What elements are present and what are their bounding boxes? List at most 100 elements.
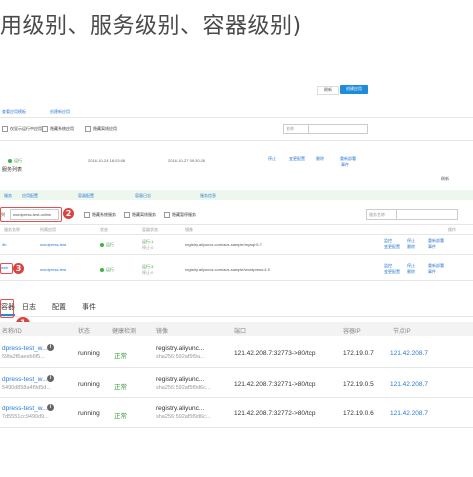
service-stopped-count: 停止:0	[142, 245, 154, 250]
running-status-icon	[100, 242, 104, 247]
service-image: registry.aliyuncs.com/acs-sample/wordpre…	[185, 267, 270, 272]
service-app-link[interactable]: wordpress-test	[40, 267, 66, 272]
health-status: 正常	[114, 413, 127, 420]
change-config-link[interactable]: 变更配置	[384, 269, 400, 275]
col-header-port: 端口	[234, 329, 247, 335]
events-link[interactable]: 事件	[341, 162, 349, 168]
template-link[interactable]: 查看应用模板	[2, 109, 26, 115]
events-link[interactable]: 事件	[428, 244, 436, 250]
highlight-box	[0, 299, 14, 318]
node-ip-link[interactable]: 121.42.208.7	[390, 410, 428, 417]
service-search-input[interactable]	[396, 209, 458, 220]
filter-hide-system-services[interactable]: 隐藏系统服务	[84, 212, 116, 218]
delete-link[interactable]: 删除	[407, 269, 415, 275]
divider	[0, 367, 473, 368]
container-name-link[interactable]: dpress-test_w...	[2, 376, 48, 383]
filter-hide-offline[interactable]: 隐藏离线应用	[85, 126, 117, 132]
tab-logs[interactable]: 日志	[22, 302, 36, 312]
col-header-name: 名称/ID	[2, 329, 22, 335]
container-status: running	[78, 381, 100, 388]
col-header-container-ip: 容器IP	[343, 329, 361, 335]
application-panel: 刷新 创建应用 查看应用模板 创建新应用 仅显示运行中应用 隐藏系统应用 隐藏离…	[0, 78, 473, 188]
breadcrumb-item[interactable]: 服务信息	[200, 193, 216, 199]
filter-hide-paused-services[interactable]: 隐藏暂停服务	[164, 212, 196, 218]
container-image-sha: sha256:592af5f9d6c...	[156, 414, 211, 420]
divider	[0, 224, 473, 225]
filter-label: 隐藏系统应用	[50, 126, 74, 132]
service-name-link[interactable]: db	[2, 242, 6, 247]
service-image: registry.aliyuncs.com/acs-sample/mysql:5…	[185, 242, 262, 247]
container-port: 121.42.208.7:32773->80/tcp	[234, 350, 316, 357]
service-search-type[interactable]: 服务名称	[366, 209, 398, 220]
container-port: 121.42.208.7:32771->80/tcp	[234, 381, 316, 388]
filter-running[interactable]: 仅显示运行中应用	[2, 126, 42, 132]
divider	[0, 254, 473, 255]
node-ip-link[interactable]: 121.42.208.7	[390, 381, 428, 388]
refresh-button[interactable]: 刷新	[317, 86, 339, 95]
breadcrumb-item[interactable]: 服务	[4, 193, 12, 199]
col-header-containers: 容器状态	[142, 227, 158, 232]
delete-link[interactable]: 删除	[316, 156, 324, 162]
col-header-node-ip: 节点IP	[393, 329, 411, 335]
search-type-select[interactable]: 名称	[283, 124, 309, 134]
divider	[0, 280, 473, 281]
tab-config[interactable]: 配置	[52, 302, 66, 312]
breadcrumb-item[interactable]: 容器配置	[78, 193, 94, 199]
service-stopped-count: 停止:0	[142, 270, 154, 275]
container-ip: 172.19.0.7	[343, 350, 374, 357]
container-image: registry.aliyunc...	[156, 405, 205, 412]
col-header-image: 镜像	[185, 227, 193, 232]
info-icon[interactable]: i	[47, 404, 54, 411]
annotation-badge-3: 3	[13, 263, 24, 274]
container-name-link[interactable]: dpress-test_w...	[2, 345, 48, 352]
highlight-box	[0, 207, 62, 222]
divider	[0, 316, 473, 317]
annotation-badge-2: 2	[63, 208, 74, 219]
col-header-status: 状态	[78, 329, 91, 335]
tab-events[interactable]: 事件	[82, 302, 96, 312]
info-icon[interactable]: i	[47, 375, 54, 382]
node-ip-link[interactable]: 121.42.208.7	[390, 350, 428, 357]
stop-link[interactable]: 停止	[268, 156, 276, 162]
delete-link[interactable]: 删除	[407, 244, 415, 250]
container-image-sha: sha256:592af5f9d6c...	[156, 385, 211, 391]
filter-label: 隐藏离线应用	[93, 126, 117, 132]
divider	[0, 234, 473, 235]
health-status: 正常	[114, 353, 127, 360]
col-header-name: 服务名称	[4, 227, 20, 232]
filter-label: 仅显示运行中应用	[10, 126, 42, 132]
search-input[interactable]	[308, 124, 368, 134]
app-updated-time: 2016-10-27 09:30:26	[168, 158, 206, 163]
container-name-link[interactable]: dpress-test_w...	[2, 405, 48, 412]
service-name-link[interactable]: web	[1, 265, 8, 270]
container-id: 5490d858a4f9d5d...	[2, 385, 51, 391]
breadcrumb-item[interactable]: 容器日志	[135, 193, 151, 199]
refresh-services-button[interactable]: 刷新	[441, 176, 449, 182]
service-app-link[interactable]: wordpress-test	[40, 242, 66, 247]
container-port: 121.42.208.7:32772->80/tcp	[234, 410, 316, 417]
info-icon[interactable]: i	[47, 344, 54, 351]
container-image: registry.aliyunc...	[156, 345, 205, 352]
divider	[0, 117, 473, 118]
change-config-link[interactable]: 变更配置	[289, 156, 305, 162]
container-status: running	[78, 410, 100, 417]
container-image-sha: sha256:592af5f9a...	[156, 354, 205, 360]
create-app-link[interactable]: 创建新应用	[50, 109, 70, 115]
service-status: 运行	[100, 242, 114, 248]
filter-hide-system[interactable]: 隐藏系统应用	[42, 126, 74, 132]
app-created-time: 2016-10-24 18:03:08	[88, 158, 126, 163]
app-status: 运行	[8, 158, 22, 164]
service-panel: 服务 应用配置 容器配置 容器日志 服务信息 列 wordpress-test-…	[0, 188, 473, 288]
divider	[0, 140, 473, 141]
service-status: 运行	[100, 267, 114, 273]
breadcrumb-item[interactable]: 应用配置	[22, 193, 38, 199]
checkbox-icon	[85, 126, 91, 132]
detail-tabs: 容器 日志 配置 事件	[0, 296, 473, 316]
running-status-icon	[100, 267, 104, 272]
col-header-status: 状态	[100, 227, 108, 232]
filter-hide-offline-services[interactable]: 隐藏离线服务	[124, 212, 156, 218]
events-link[interactable]: 事件	[428, 269, 436, 275]
create-application-button[interactable]: 创建应用	[340, 85, 368, 94]
checkbox-icon	[84, 212, 90, 218]
change-config-link[interactable]: 变更配置	[384, 244, 400, 250]
